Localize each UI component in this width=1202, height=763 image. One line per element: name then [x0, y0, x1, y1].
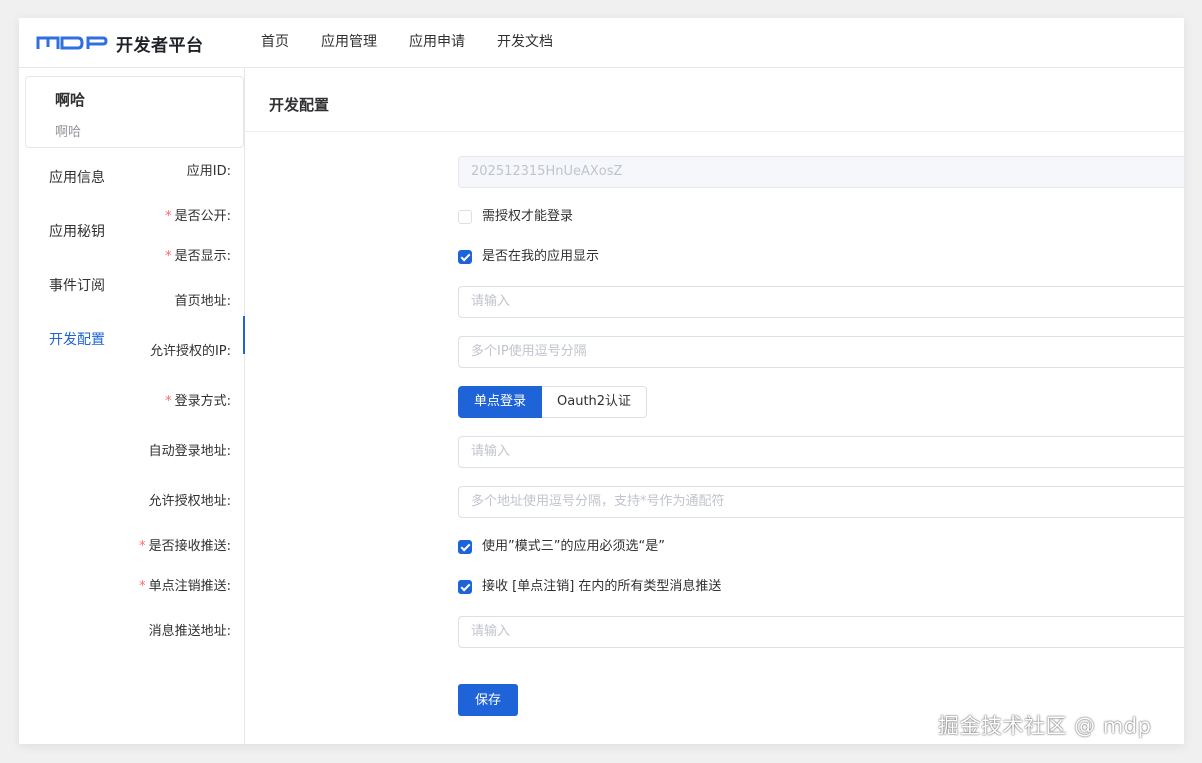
platform-title: 开发者平台: [116, 35, 204, 56]
form-row-home-url: 首页地址: 请输入: [175, 286, 1184, 318]
nav-dev-docs[interactable]: 开发文档: [481, 18, 569, 67]
required-mark: *: [165, 209, 172, 224]
app-id-input: 202512315HnUeAXosZ: [458, 156, 1184, 188]
checkbox-label: 是否在我的应用显示: [482, 249, 600, 264]
receive-push-checkbox[interactable]: 使用”模式三”的应用必须选“是”: [458, 539, 665, 555]
placeholder: 请输入: [471, 294, 511, 309]
checkbox-box[interactable]: [458, 580, 472, 594]
checkbox-label: 需授权才能登录: [482, 209, 574, 224]
allow-ip-input[interactable]: 多个IP使用逗号分隔: [458, 336, 1184, 368]
main-header: 开发配置: [245, 68, 1184, 132]
watermark: 掘金技术社区 @ mdp: [938, 714, 1152, 738]
main-content: 开发配置 应用ID: 202512315HnUeAXosZ * 是否公开: 需授权…: [139, 68, 1184, 744]
form-row-auto-login-url: 自动登录地址: 请输入: [149, 436, 1184, 468]
allow-auth-url-input[interactable]: 多个地址使用逗号分隔，支持*号作为通配符: [458, 486, 1184, 518]
required-mark: *: [139, 539, 146, 554]
checkbox-box[interactable]: [458, 540, 472, 554]
auto-login-url-input[interactable]: 请输入: [458, 436, 1184, 468]
checkbox-box[interactable]: [458, 250, 472, 264]
login-mode-segmented: 单点登录 Oauth2认证: [458, 386, 648, 418]
mdp-logo-icon: [36, 36, 108, 50]
is-show-label: * 是否显示:: [165, 249, 231, 264]
allow-auth-url-label: 允许授权地址:: [148, 494, 231, 509]
placeholder: 多个地址使用逗号分隔，支持*号作为通配符: [471, 494, 725, 509]
home-url-input[interactable]: 请输入: [458, 286, 1184, 318]
checkbox-box[interactable]: [458, 210, 472, 224]
push-url-label: 消息推送地址:: [148, 624, 231, 639]
is-public-checkbox[interactable]: 需授权才能登录: [458, 209, 573, 225]
form-row-is-public: * 是否公开: 需授权才能登录: [165, 201, 1184, 233]
placeholder: 请输入: [471, 624, 511, 639]
form-row-push-url: 消息推送地址: 请输入: [149, 616, 1184, 648]
form-row-app-id: 应用ID: 202512315HnUeAXosZ: [187, 156, 1184, 188]
required-mark: *: [165, 249, 172, 264]
form-row-receive-push: * 是否接收推送: 使用”模式三”的应用必须选“是”: [139, 531, 1184, 563]
top-nav: 首页 应用管理 应用申请 开发文档: [245, 18, 569, 67]
login-mode-sso-button[interactable]: 单点登录: [458, 386, 543, 418]
home-url-label: 首页地址:: [174, 294, 231, 309]
save-button[interactable]: 保存: [458, 684, 518, 716]
placeholder: 请输入: [471, 444, 511, 459]
nav-app-manage[interactable]: 应用管理: [305, 18, 393, 67]
required-mark: *: [165, 394, 172, 409]
page-title: 开发配置: [269, 96, 330, 114]
receive-push-label: * 是否接收推送:: [139, 539, 231, 554]
app-window: 开发者平台 首页 应用管理 应用申请 开发文档 啊哈 啊哈 应用信息 应用秘钥 …: [19, 18, 1184, 744]
login-mode-oauth2-button[interactable]: Oauth2认证: [542, 386, 648, 418]
is-show-checkbox[interactable]: 是否在我的应用显示: [458, 249, 599, 265]
form-row-login-mode: * 登录方式: 单点登录 Oauth2认证: [165, 386, 1184, 418]
form-row-allow-ip: 允许授权的IP: 多个IP使用逗号分隔: [150, 336, 1184, 368]
app-name: 啊哈: [55, 91, 86, 109]
form-row-is-show: * 是否显示: 是否在我的应用显示: [165, 241, 1184, 273]
is-public-label: * 是否公开:: [165, 209, 231, 224]
required-mark: *: [139, 579, 146, 594]
form-row-allow-auth-url: 允许授权地址: 多个地址使用逗号分隔，支持*号作为通配符: [149, 486, 1184, 518]
nav-home[interactable]: 首页: [245, 18, 305, 67]
form-row-sso-logout-push: * 单点注销推送: 接收 [单点注销] 在内的所有类型消息推送: [139, 571, 1184, 603]
login-mode-label: * 登录方式:: [165, 394, 231, 409]
checkbox-label: 接收 [单点注销] 在内的所有类型消息推送: [482, 579, 722, 594]
app-id-label: 应用ID:: [186, 164, 231, 179]
app-card[interactable]: 啊哈 啊哈: [25, 76, 244, 148]
sso-logout-push-label: * 单点注销推送:: [139, 579, 231, 594]
sso-logout-push-checkbox[interactable]: 接收 [单点注销] 在内的所有类型消息推送: [458, 579, 721, 595]
app-subtitle: 啊哈: [55, 125, 82, 140]
nav-app-apply[interactable]: 应用申请: [393, 18, 481, 67]
allow-ip-label: 允许授权的IP:: [149, 344, 231, 359]
checkbox-label: 使用”模式三”的应用必须选“是”: [482, 539, 665, 554]
logo[interactable]: 开发者平台: [36, 31, 204, 56]
top-header: 开发者平台 首页 应用管理 应用申请 开发文档: [19, 18, 1184, 68]
placeholder: 多个IP使用逗号分隔: [471, 344, 587, 359]
auto-login-url-label: 自动登录地址:: [148, 444, 231, 459]
push-url-input[interactable]: 请输入: [458, 616, 1184, 648]
